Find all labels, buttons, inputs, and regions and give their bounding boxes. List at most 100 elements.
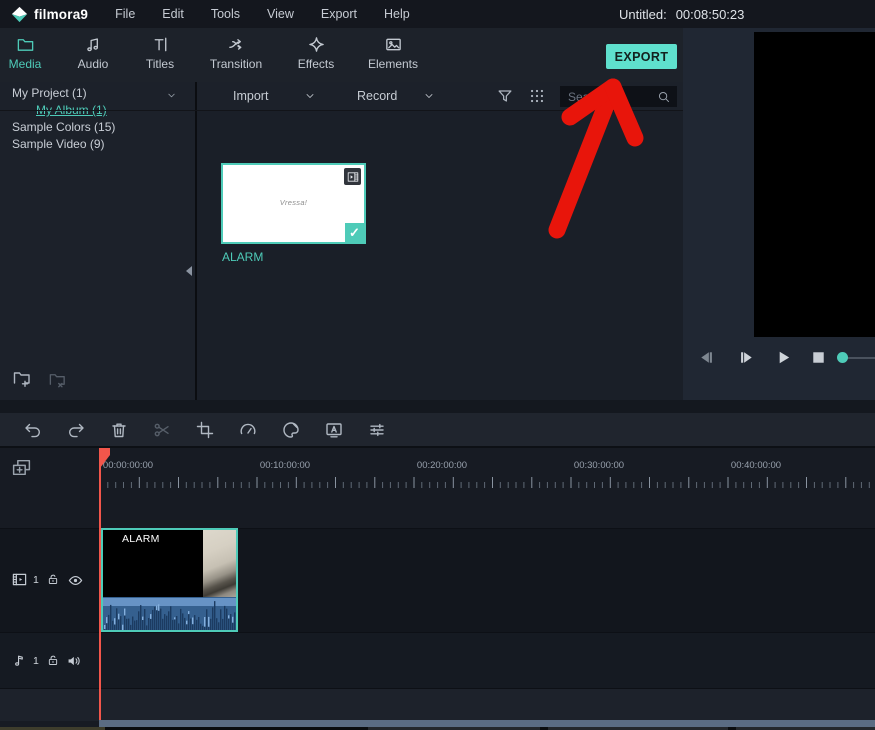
preview-slider-handle[interactable]: [837, 352, 848, 363]
chevron-down-icon: [423, 90, 435, 102]
sidebar-item-sample-colors-15[interactable]: Sample Colors (15): [0, 119, 195, 136]
menu-bar: filmora9 File Edit Tools View Export Help Unt…: [0, 0, 875, 28]
ruler-ticks: [99, 477, 870, 488]
redo-icon[interactable]: [65, 419, 87, 441]
tab-transition[interactable]: Transition: [194, 34, 278, 82]
sidebar-item-label: My Project (1): [12, 86, 87, 100]
audio-track-number: 1: [33, 655, 39, 667]
preview-slider-track: [846, 357, 875, 359]
audio-track-icon: [12, 652, 28, 668]
filmora-logo-icon: [11, 6, 28, 22]
playhead[interactable]: [99, 448, 101, 721]
media-library-panel: Media Audio Titles Transition Effects El…: [0, 28, 683, 400]
mixer-icon[interactable]: [366, 419, 388, 441]
tab-elements[interactable]: Elements: [351, 34, 435, 82]
tab-label: Effects: [297, 57, 335, 71]
clip-video-section: ALARM: [103, 530, 236, 597]
split-icon: [151, 419, 173, 441]
titles-icon: [151, 34, 170, 54]
menu-item-help[interactable]: Help: [384, 7, 410, 21]
media-sidebar: My Project (1) My Album (1) Sample Colors …: [0, 82, 197, 400]
manage-tracks-icon[interactable]: [11, 457, 32, 478]
video-track-icon: [11, 571, 28, 588]
tab-label: Elements: [367, 57, 419, 71]
grid-view-icon[interactable]: [528, 87, 546, 105]
record-button[interactable]: Record: [357, 82, 435, 110]
media-thumbnail: Vressa! ✓: [221, 163, 366, 244]
media-content: Import Record Vres: [197, 82, 683, 400]
menu-item-export[interactable]: Export: [321, 7, 357, 21]
playhead-handle[interactable]: [99, 448, 115, 472]
record-label: Record: [357, 89, 398, 103]
preview-video-area: [754, 32, 875, 337]
crop-icon[interactable]: [194, 419, 216, 441]
menu-item-view[interactable]: View: [267, 7, 294, 21]
panel-collapse-icon[interactable]: [186, 266, 192, 276]
ruler-label: 00:40:00:00: [730, 460, 782, 471]
menu-item-file[interactable]: File: [115, 7, 135, 21]
undo-icon[interactable]: [22, 419, 44, 441]
delete-folder-icon[interactable]: [48, 370, 67, 389]
ruler-label: 00:20:00:00: [416, 460, 468, 471]
lock-icon[interactable]: [46, 653, 60, 667]
effects-icon: [307, 34, 326, 54]
title-group: Untitled: 00:08:50:23: [619, 0, 744, 28]
tab-label: Titles: [145, 57, 175, 71]
media-toolbar: Import Record: [197, 82, 683, 111]
clip-label: ALARM: [122, 533, 160, 545]
thumbnail-logo-text: Vressa!: [279, 198, 308, 207]
sidebar-item-label: Sample Colors (15): [12, 120, 116, 134]
speaker-icon[interactable]: [66, 653, 82, 669]
transition-icon: [227, 34, 246, 54]
add-folder-icon[interactable]: [12, 368, 32, 388]
lock-icon[interactable]: [46, 572, 60, 586]
project-title: Untitled:: [619, 6, 667, 22]
sidebar-item-sample-video-9[interactable]: Sample Video (9): [0, 136, 195, 153]
delete-icon[interactable]: [108, 419, 130, 441]
video-type-icon: [344, 168, 361, 185]
previous-frame-icon[interactable]: [697, 348, 716, 367]
menu-item-edit[interactable]: Edit: [162, 7, 184, 21]
text-edit-icon[interactable]: [323, 419, 345, 441]
clip-thumbnail: [203, 530, 236, 597]
color-icon[interactable]: [280, 419, 302, 441]
ruler-label: 00:10:00:00: [259, 460, 311, 471]
media-item-alarm[interactable]: Vressa! ✓ ALARM: [221, 163, 366, 265]
stop-icon[interactable]: [809, 348, 828, 367]
music-icon: [84, 34, 103, 54]
next-frame-icon[interactable]: [737, 348, 756, 367]
filmora-window: filmora9 File Edit Tools View Export Help Unt…: [0, 0, 875, 730]
chevron-down-icon: [304, 90, 316, 102]
menu-items: File Edit Tools View Export Help: [115, 7, 410, 21]
audio-track-row: [0, 632, 875, 688]
chevron-down-icon[interactable]: [166, 90, 177, 101]
divider: [0, 110, 683, 111]
media-item-name: ALARM: [222, 250, 264, 264]
tab-label: Media: [8, 57, 42, 71]
search-input[interactable]: [560, 89, 657, 104]
tab-titles[interactable]: Titles: [118, 34, 202, 82]
import-button[interactable]: Import: [233, 82, 316, 110]
timeline-clip-alarm[interactable]: ALARM: [101, 528, 238, 632]
speed-icon[interactable]: [237, 419, 259, 441]
tab-effects[interactable]: Effects: [274, 34, 358, 82]
timeline-bottom-area: [0, 688, 875, 721]
playback-controls: [683, 337, 875, 379]
horizontal-scrollbar[interactable]: [99, 720, 875, 727]
menu-item-tools[interactable]: Tools: [211, 7, 240, 21]
top-section: Media Audio Titles Transition Effects El…: [0, 28, 875, 400]
search-icon[interactable]: [657, 90, 671, 104]
import-label: Import: [233, 89, 269, 103]
sidebar-list: My Project (1) My Album (1) Sample Colors …: [0, 82, 195, 153]
sidebar-item-label: Sample Video (9): [12, 137, 105, 151]
sidebar-folder-actions: [0, 368, 197, 392]
ruler-label: 00:30:00:00: [573, 460, 625, 471]
play-icon[interactable]: [774, 348, 793, 367]
timeline: 00:00:00:00 00:10:00:00 00:20:00:00 00:30:0…: [0, 448, 875, 730]
eye-icon[interactable]: [67, 572, 84, 589]
sidebar-item-my-project-1[interactable]: My Project (1): [0, 85, 195, 102]
elements-icon: [384, 34, 403, 54]
filter-icon[interactable]: [496, 87, 514, 105]
tab-label: Transition: [209, 57, 263, 71]
export-button[interactable]: EXPORT: [606, 44, 677, 69]
